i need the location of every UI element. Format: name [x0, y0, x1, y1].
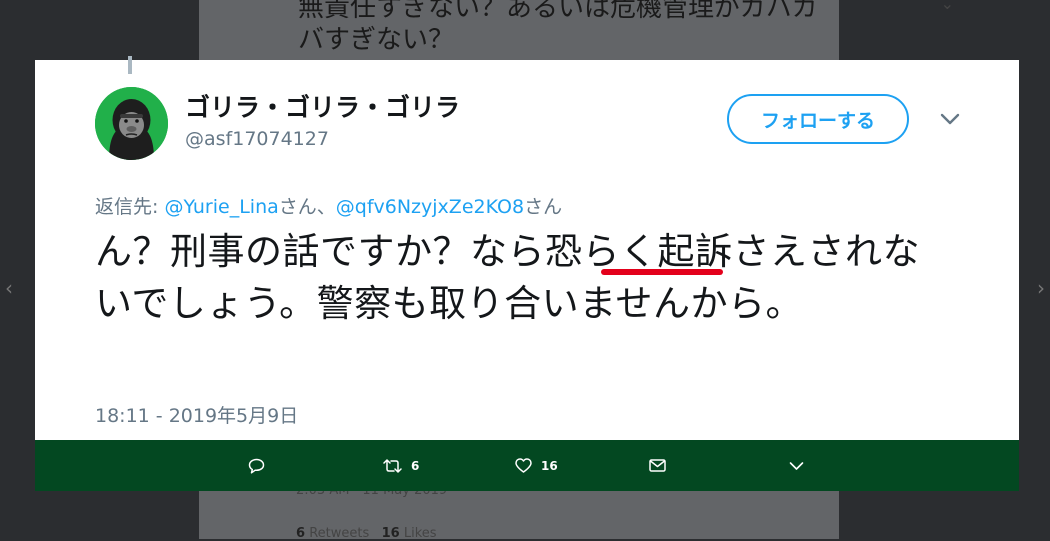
- reply-suffix-2: さん: [524, 196, 563, 218]
- background-chevron-down-icon: ⌄: [940, 0, 954, 13]
- gorilla-avatar-icon: [95, 87, 168, 160]
- like-count: 16: [541, 458, 558, 473]
- reply-suffix-1: さん、: [278, 196, 336, 218]
- tweet-timestamp[interactable]: 18:11 - 2019年5月9日: [95, 401, 298, 428]
- tweet-action-bar: 6 16: [35, 440, 1019, 491]
- retweet-icon: [383, 458, 402, 473]
- previous-arrow-icon[interactable]: ‹: [2, 278, 16, 298]
- reply-mention-link-2[interactable]: @qfv6NzyjxZe2KO8: [336, 196, 524, 218]
- retweet-button[interactable]: 6: [383, 440, 419, 491]
- reply-to-prefix: 返信先:: [95, 196, 165, 218]
- reply-mention-link-1[interactable]: @Yurie_Lina: [164, 196, 278, 218]
- follow-button[interactable]: フォローする: [727, 94, 909, 144]
- envelope-icon: [649, 459, 666, 472]
- heart-icon: [515, 458, 532, 473]
- reply-to-line: 返信先: @Yurie_Linaさん、@qfv6NzyjxZe2KO8さん: [95, 192, 562, 219]
- more-options-chevron-down-icon[interactable]: [939, 108, 961, 130]
- user-handle[interactable]: @asf17074127: [185, 128, 329, 150]
- display-name[interactable]: ゴリラ・ゴリラ・ゴリラ: [185, 88, 460, 124]
- like-button[interactable]: 16: [515, 440, 558, 491]
- direct-message-button[interactable]: [649, 440, 666, 491]
- background-tweet-text: 無責任すぎない？あるいは危機管理がガバガバすぎない？: [298, 0, 819, 55]
- tweet-card: ゴリラ・ゴリラ・ゴリラ @asf17074127 フォローする 返信先: @Yu…: [35, 56, 1019, 440]
- tweet-text: ん？刑事の話ですか？なら恐らく起訴さえされないでしょう。警察も取り合いませんから…: [95, 230, 920, 325]
- reply-button[interactable]: [248, 440, 265, 491]
- more-actions-button[interactable]: [789, 440, 804, 491]
- reply-icon: [248, 458, 265, 474]
- avatar[interactable]: [95, 87, 168, 160]
- red-underline-annotation: [601, 269, 723, 275]
- retweet-count: 6: [411, 458, 420, 473]
- thread-connector-line: [128, 56, 132, 74]
- chevron-down-icon: [789, 461, 804, 470]
- next-arrow-icon[interactable]: ›: [1034, 278, 1048, 298]
